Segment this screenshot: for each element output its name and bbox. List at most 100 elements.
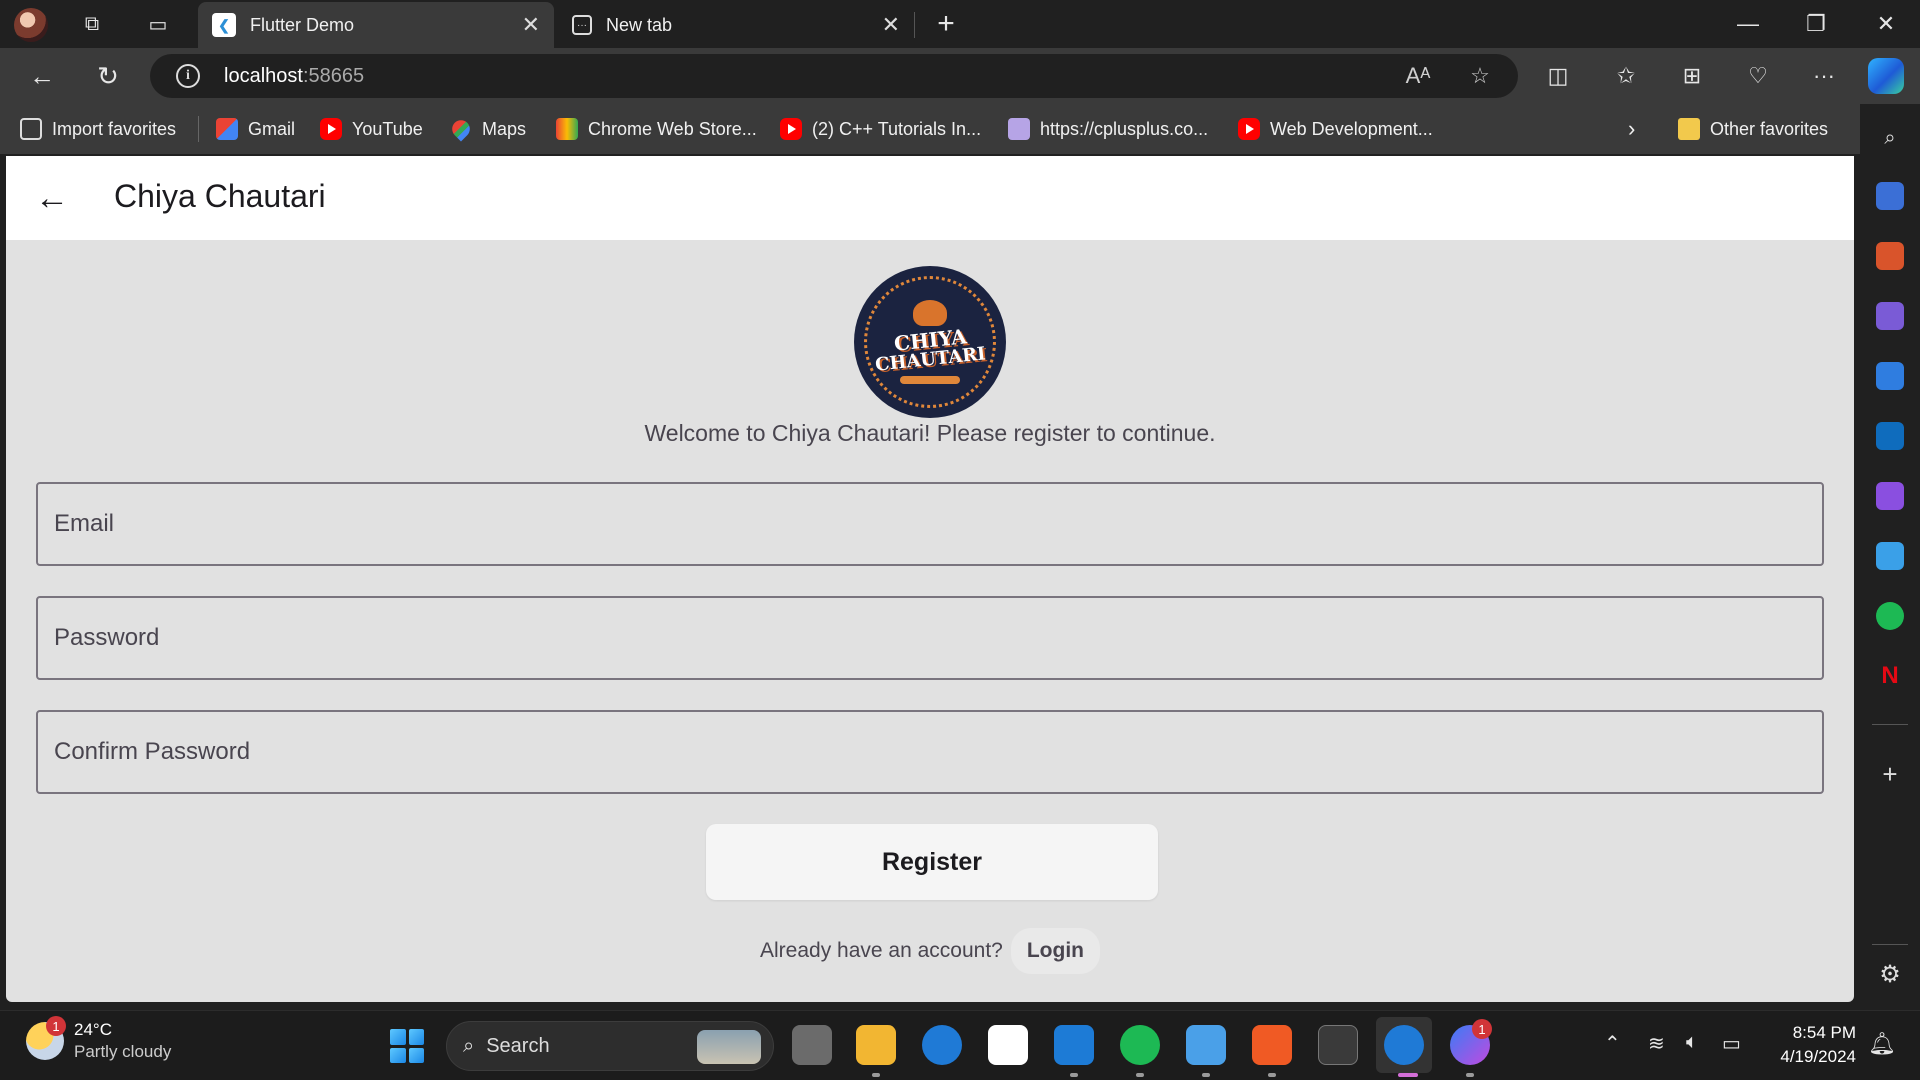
copilot-icon[interactable]: [1868, 58, 1904, 94]
folder-icon: [1678, 118, 1700, 140]
more-options-icon[interactable]: ···: [1808, 60, 1840, 92]
send-icon[interactable]: [1876, 542, 1904, 570]
shopping-tag-icon[interactable]: [1876, 182, 1904, 210]
fav-label: Maps: [482, 118, 527, 139]
login-button[interactable]: Login: [1010, 928, 1100, 974]
url-text[interactable]: localhost:58665: [224, 65, 364, 88]
confirm-password-input[interactable]: [38, 712, 1822, 792]
fav-import-favorites[interactable]: Import favorites: [20, 116, 176, 142]
notepad-icon[interactable]: [1186, 1025, 1226, 1065]
partly-cloudy-icon: 1: [26, 1016, 66, 1060]
chevron-up-icon[interactable]: ⌃: [1604, 1031, 1621, 1056]
search-icon: ⌕: [463, 1034, 475, 1057]
volume-icon[interactable]: 🔈︎: [1686, 1031, 1698, 1054]
password-input[interactable]: [38, 598, 1822, 678]
edge-icon[interactable]: [922, 1025, 962, 1065]
already-have-account-text: Already have an account?: [760, 939, 1003, 962]
fav-cpp-tutorials[interactable]: (2) C++ Tutorials In...: [780, 116, 981, 142]
app-bar: ← Chiya Chautari: [6, 156, 1854, 240]
import-icon: [20, 118, 42, 140]
restore-icon[interactable]: ❐: [1782, 0, 1850, 48]
vscode-icon[interactable]: [1054, 1025, 1094, 1065]
browser-toolbar: ← ↻ i localhost:58665 A͏ᴬ ☆ ◫ ✩ ⊞ ♡ ···: [0, 48, 1920, 104]
fav-label: Chrome Web Store...: [588, 118, 757, 139]
tab-label: Flutter Demo: [250, 14, 355, 35]
settings-gear-icon[interactable]: ⚙: [1876, 960, 1904, 988]
back-arrow-icon[interactable]: ←: [32, 178, 72, 218]
netflix-icon[interactable]: N: [1876, 662, 1904, 690]
profile-avatar[interactable]: [14, 8, 48, 42]
workspaces-icon[interactable]: ⧉: [76, 8, 108, 40]
windows-start-icon[interactable]: [390, 1029, 424, 1063]
chevron-right-icon[interactable]: ›: [1628, 116, 1635, 142]
games-icon[interactable]: [1876, 302, 1904, 330]
clock-date: 4/19/2024: [1780, 1047, 1856, 1066]
fav-youtube[interactable]: YouTube: [320, 116, 423, 142]
email-input[interactable]: [38, 484, 1822, 564]
microsoft-store-icon[interactable]: [988, 1025, 1028, 1065]
cplusplus-icon: [1008, 118, 1030, 140]
fav-maps[interactable]: Maps: [448, 116, 527, 142]
edge-sidebar: ⌕ N + ⚙: [1860, 104, 1920, 1010]
email-field: [36, 482, 1824, 566]
taskbar-search[interactable]: ⌕ Search: [446, 1021, 774, 1071]
fav-gmail[interactable]: Gmail: [216, 116, 295, 142]
fav-label: Gmail: [248, 118, 296, 139]
weather-widget[interactable]: 1 24°C Partly cloudy: [26, 1016, 172, 1063]
fav-label: (2) C++ Tutorials In...: [812, 118, 982, 139]
favorite-star-icon[interactable]: ☆: [1466, 62, 1494, 90]
favorites-icon[interactable]: ✩: [1610, 60, 1642, 92]
system-clock[interactable]: 8:54 PM 4/19/2024: [1760, 1021, 1856, 1069]
fav-cplusplus[interactable]: https://cplusplus.co...: [1008, 116, 1208, 142]
running-indicator: [1202, 1073, 1210, 1077]
site-info-icon[interactable]: i: [176, 64, 200, 88]
search-icon[interactable]: ⌕: [1876, 124, 1904, 152]
tab-new-tab[interactable]: ··· New tab ✕: [558, 2, 914, 48]
read-aloud-icon[interactable]: A͏ᴬ: [1404, 62, 1432, 90]
close-tab-icon[interactable]: ✕: [522, 12, 540, 38]
weather-badge: 1: [46, 1016, 66, 1036]
brave-icon[interactable]: [1252, 1025, 1292, 1065]
fav-chrome-web-store[interactable]: Chrome Web Store...: [556, 116, 757, 142]
designer-icon[interactable]: [1876, 482, 1904, 510]
battery-icon[interactable]: ▭: [1722, 1031, 1741, 1056]
new-tab-plus-icon[interactable]: +: [930, 7, 962, 40]
password-field: [36, 596, 1824, 680]
tools-icon[interactable]: [1876, 242, 1904, 270]
minimize-icon[interactable]: —: [1714, 0, 1782, 48]
youtube-icon: [1238, 118, 1260, 140]
tab-actions-icon[interactable]: ▭: [142, 8, 174, 40]
running-indicator: [1070, 1073, 1078, 1077]
register-button[interactable]: Register: [706, 824, 1158, 900]
spotify-icon[interactable]: [1120, 1025, 1160, 1065]
favorites-bar: Import favorites Gmail YouTube Maps Chro…: [0, 104, 1860, 154]
collections-icon[interactable]: ⊞: [1676, 60, 1708, 92]
edge-active-icon[interactable]: [1384, 1025, 1424, 1065]
fav-other-favorites[interactable]: Other favorites: [1678, 116, 1828, 142]
spotify-icon[interactable]: [1876, 602, 1904, 630]
page-title: Chiya Chautari: [114, 178, 326, 214]
weather-condition: Partly cloudy: [74, 1042, 172, 1061]
running-indicator: [1136, 1073, 1144, 1077]
browser-essentials-icon[interactable]: ♡: [1742, 60, 1774, 92]
web-store-icon: [556, 118, 578, 140]
search-highlight-art: [697, 1030, 761, 1064]
outlook-icon[interactable]: [1876, 422, 1904, 450]
back-arrow-icon[interactable]: ←: [24, 58, 60, 94]
task-view-icon[interactable]: [792, 1025, 832, 1065]
notification-bell-icon[interactable]: 🔔︎: [1868, 1031, 1896, 1057]
fav-web-development[interactable]: Web Development...: [1238, 116, 1433, 142]
close-window-icon[interactable]: ✕: [1852, 0, 1920, 48]
copilot-sidebar-icon[interactable]: [1876, 362, 1904, 390]
youtube-icon: [780, 118, 802, 140]
sidebar-divider: [1872, 944, 1908, 945]
wifi-icon[interactable]: ≋: [1648, 1031, 1665, 1056]
tab-flutter-demo[interactable]: ❮ Flutter Demo ✕: [198, 2, 554, 48]
close-tab-icon[interactable]: ✕: [882, 12, 900, 38]
refresh-icon[interactable]: ↻: [90, 58, 126, 94]
split-screen-icon[interactable]: ◫: [1542, 60, 1574, 92]
add-icon[interactable]: +: [1876, 759, 1904, 789]
address-bar[interactable]: i localhost:58665 A͏ᴬ ☆: [150, 54, 1518, 98]
file-explorer-icon[interactable]: [856, 1025, 896, 1065]
terminal-icon[interactable]: [1318, 1025, 1358, 1065]
